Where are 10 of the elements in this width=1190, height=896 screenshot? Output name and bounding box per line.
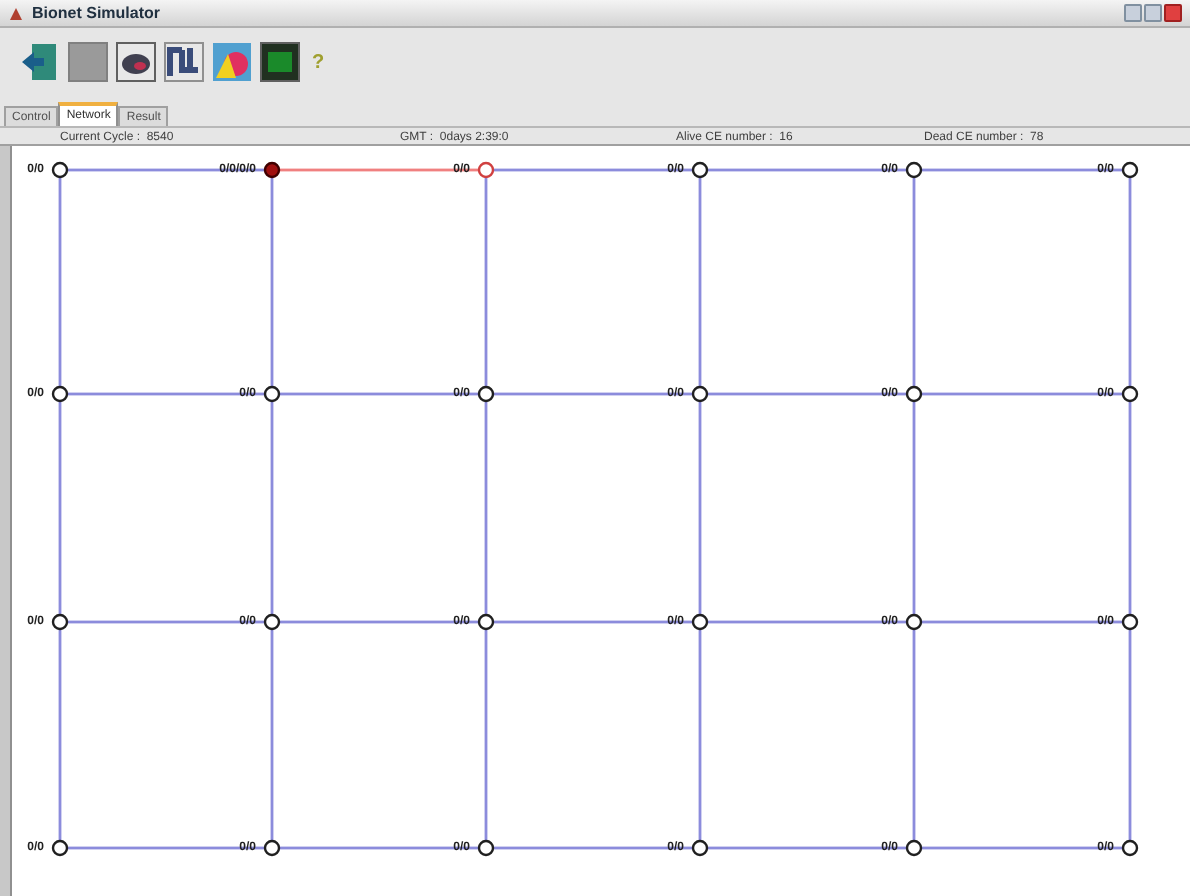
- window-title: Bionet Simulator: [32, 1, 161, 25]
- chip-icon[interactable]: [260, 42, 300, 82]
- app-icon: [8, 5, 24, 21]
- close-button[interactable]: [1164, 4, 1182, 22]
- monitor-icon[interactable]: [116, 42, 156, 82]
- maximize-button[interactable]: [1144, 4, 1162, 22]
- shapes-icon[interactable]: [212, 42, 252, 82]
- exit-door-icon[interactable]: [20, 42, 60, 82]
- minimize-button[interactable]: [1124, 4, 1142, 22]
- network-icon[interactable]: [164, 42, 204, 82]
